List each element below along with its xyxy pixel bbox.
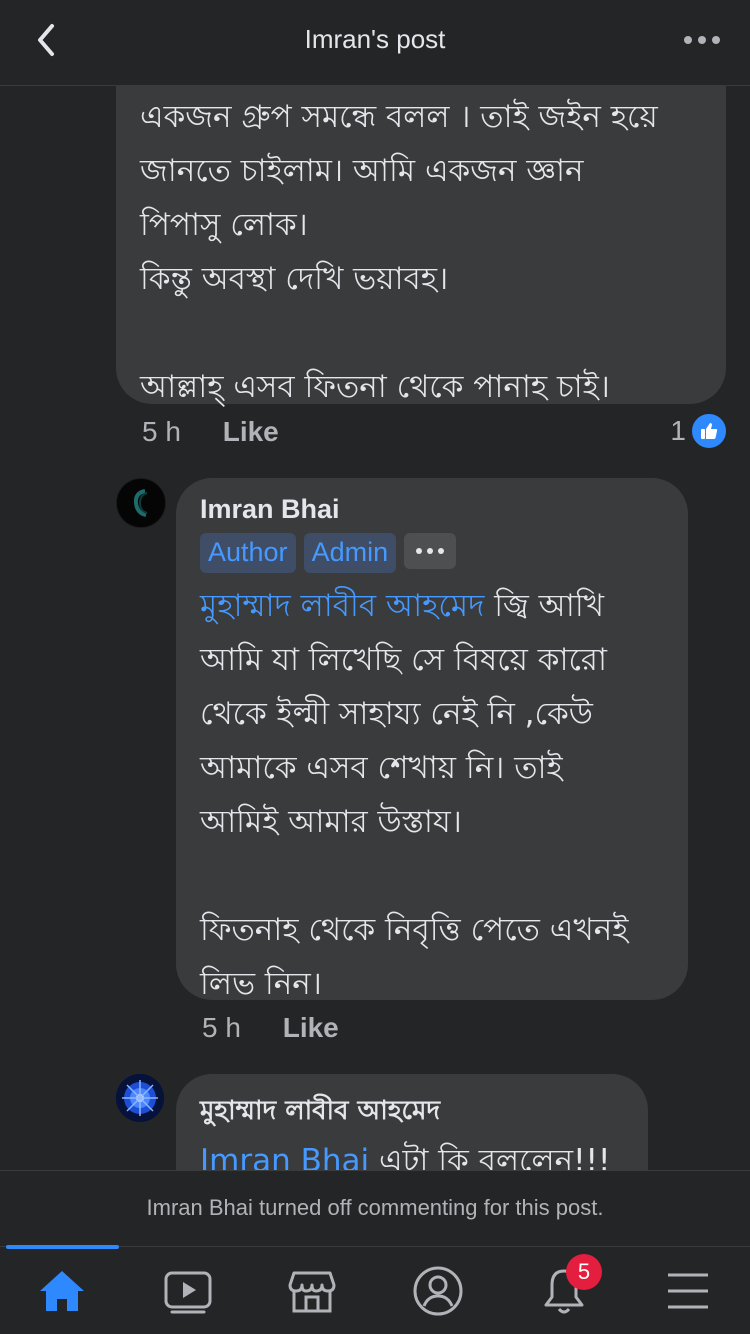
bottom-tab-bar — [0, 1245, 750, 1334]
comment-time: 5 h — [202, 1012, 241, 1043]
mention-link[interactable]: Imran Bhai — [200, 1143, 369, 1170]
comment-meta: 5 h Like — [142, 416, 279, 448]
avatar[interactable] — [116, 478, 166, 528]
comment-bubble[interactable]: একজন গ্রুপ সমন্ধে বলল । তাই জইন হয়ে জান… — [116, 86, 726, 405]
author-badges: Author Admin — [200, 533, 664, 573]
mention-link[interactable]: মুহাম্মাদ লাবীব আহমেদ — [200, 588, 484, 624]
like-button[interactable]: Like — [223, 416, 279, 447]
notice-name: Imran Bhai — [146, 1195, 253, 1220]
profile-icon[interactable] — [408, 1261, 468, 1321]
author-badge[interactable]: Author — [200, 533, 296, 573]
page-title: Imran's post — [304, 24, 446, 54]
reaction-summary[interactable]: 1 — [670, 412, 728, 450]
comment-bubble[interactable]: মুহাম্মাদ লাবীব আহমেদ Imran Bhai এটা কি … — [176, 1074, 648, 1170]
reaction-count: 1 — [670, 415, 686, 446]
notification-count-badge: 5 — [566, 1254, 602, 1290]
admin-badge[interactable]: Admin — [303, 533, 397, 573]
menu-icon[interactable] — [658, 1261, 718, 1321]
notice-text: turned off commenting for this post. — [252, 1195, 604, 1220]
comment-text: Imran Bhai এটা কি বললেন!!! — [200, 1134, 624, 1170]
thumbs-up-icon — [690, 412, 728, 450]
marketplace-icon[interactable] — [282, 1261, 342, 1321]
comments-feed[interactable]: একজন গ্রুপ সমন্ধে বলল । তাই জইন হয়ে জান… — [0, 86, 750, 1170]
comment-author[interactable]: Imran Bhai — [200, 494, 664, 525]
comment-author[interactable]: মুহাম্মাদ লাবীব আহমেদ — [200, 1090, 624, 1134]
comment-bubble[interactable]: Imran Bhai Author Admin মুহাম্মাদ লাবীব … — [176, 478, 688, 1002]
video-icon[interactable] — [158, 1261, 218, 1321]
comment-body: এটা কি বললেন!!! — [369, 1143, 611, 1170]
like-button[interactable]: Like — [283, 1012, 339, 1043]
more-badges-icon[interactable] — [404, 533, 457, 569]
avatar[interactable] — [116, 1074, 164, 1122]
comment-meta: 5 h Like — [202, 1012, 339, 1044]
comment-text: মুহাম্মাদ লাবীব আহমেদ জ্বি আখি আমি যা লি… — [200, 579, 664, 1011]
top-bar: Imran's post — [0, 0, 750, 86]
comment-body: জ্বি আখি আমি যা লিখেছি সে বিষয়ে কারো থে… — [200, 588, 629, 1002]
active-tab-indicator — [6, 1245, 119, 1249]
more-options-icon[interactable] — [682, 28, 722, 52]
commenting-off-notice: Imran Bhai turned off commenting for thi… — [0, 1170, 750, 1246]
comment-text: একজন গ্রুপ সমন্ধে বলল । তাই জইন হয়ে জান… — [140, 99, 658, 405]
home-icon[interactable] — [32, 1261, 92, 1321]
comment-time: 5 h — [142, 416, 181, 447]
